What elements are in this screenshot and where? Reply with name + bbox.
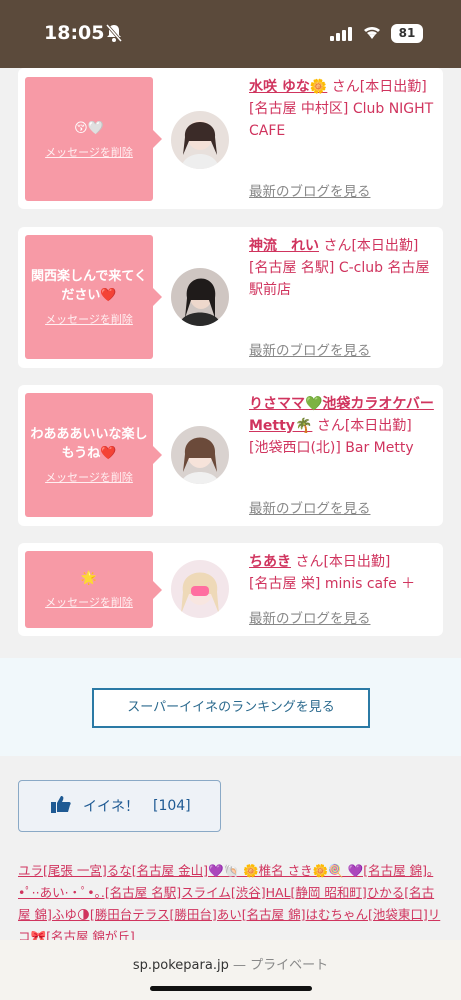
cast-info: 水咲 ゆな🌼 さん[本日出勤] [名古屋 中村区] Club NIGHT CAF… [249,76,439,142]
message-card: 関西楽しんで来てください❤️ メッセージを削除 神流 れい さん[本日出勤] [… [18,227,443,368]
super-iine-ranking-button[interactable]: スーパーイイネのランキングを見る [92,688,370,728]
cast-status: さん[本日出勤] [323,238,419,254]
message-text: 😚🤍 [74,120,104,136]
shop-name: [名古屋 栄] minis cafe ＋ [249,576,416,592]
cast-info: ちあき さん[本日出勤] [名古屋 栄] minis cafe ＋ [249,551,439,595]
message-bubble: 🌟 メッセージを削除 [25,551,162,628]
bell-muted-icon [105,24,123,46]
blog-link[interactable]: 最新のブログを見る [249,339,371,359]
message-card: 😚🤍 メッセージを削除 水咲 ゆな🌼 さん[本日出勤] [名古屋 中村区] Cl… [18,68,443,209]
message-bubble: 関西楽しんで来てください❤️ メッセージを削除 [25,235,162,359]
cast-status: さん[本日出勤] [295,554,391,570]
delete-message-link[interactable]: メッセージを削除 [45,144,133,160]
home-indicator[interactable] [150,986,312,991]
status-bar: 18:05 81 [0,0,461,68]
shop-name: [池袋西口(北)] Bar Metty [249,440,414,456]
delete-message-link[interactable]: メッセージを削除 [45,594,133,610]
message-text: 関西楽しんで来てください❤️ [31,269,147,303]
message-text: 🌟 [80,571,98,586]
url-text: sp.pokepara.jp — プライベート [0,954,461,973]
cast-name-link[interactable]: 神流 れい [249,238,319,254]
message-bubble: 😚🤍 メッセージを削除 [25,77,162,201]
blog-link[interactable]: 最新のブログを見る [249,497,371,517]
iine-count: [104] [153,798,191,814]
blog-link[interactable]: 最新のブログを見る [249,180,371,200]
cast-name-link[interactable]: 水咲 ゆな🌼 [249,79,327,95]
ranking-section: スーパーイイネのランキングを見る [0,658,461,756]
status-time: 18:05 [44,22,105,44]
message-card: わあああいいな楽しもうね❤️ メッセージを削除 りさママ💚池袋カラオケバーMet… [18,385,443,526]
cast-status: さん[本日出勤] [331,79,427,95]
delete-message-link[interactable]: メッセージを削除 [45,311,133,327]
cast-info: りさママ💚池袋カラオケバーMetty🌴 さん[本日出勤] [池袋西口(北)] B… [249,393,439,459]
url-bar[interactable]: sp.pokepara.jp — プライベート [0,940,461,1000]
shop-name: [名古屋 中村区] Club NIGHT CAFE [249,101,434,139]
delete-message-link[interactable]: メッセージを削除 [45,469,133,485]
wifi-icon [362,24,382,44]
iine-label: イイネ！ [83,799,139,815]
private-label: — プライベート [232,958,329,973]
avatar[interactable] [171,111,229,169]
avatar[interactable] [171,426,229,484]
avatar[interactable] [171,560,229,618]
shop-name: [名古屋 名駅] C-club 名古屋駅前店 [249,260,430,298]
signal-icon [330,26,352,45]
iine-button[interactable]: イイネ！ [104] [18,780,221,832]
message-card: 🌟 メッセージを削除 ちあき さん[本日出勤] [名古屋 栄] minis ca… [18,543,443,636]
blog-link[interactable]: 最新のブログを見る [249,607,371,627]
cast-status: さん[本日出勤] [316,418,412,434]
cast-name-link[interactable]: ちあき [249,554,291,570]
cast-link-list[interactable]: ユラ[尾張 一宮]るな[名古屋 金山]💜🐚 🌼椎名 さき🌼🍭 💜[名古屋 錦]｡… [18,860,443,940]
message-text: わあああいいな楽しもうね❤️ [30,427,148,461]
avatar[interactable] [171,268,229,326]
message-bubble: わあああいいな楽しもうね❤️ メッセージを削除 [25,393,162,517]
thumbs-up-icon [51,795,71,817]
url-domain: sp.pokepara.jp [132,958,229,973]
cast-info: 神流 れい さん[本日出勤] [名古屋 名駅] C-club 名古屋駅前店 [249,235,439,301]
battery-icon: 81 [391,24,423,43]
message-list: 😚🤍 メッセージを削除 水咲 ゆな🌼 さん[本日出勤] [名古屋 中村区] Cl… [0,68,461,940]
